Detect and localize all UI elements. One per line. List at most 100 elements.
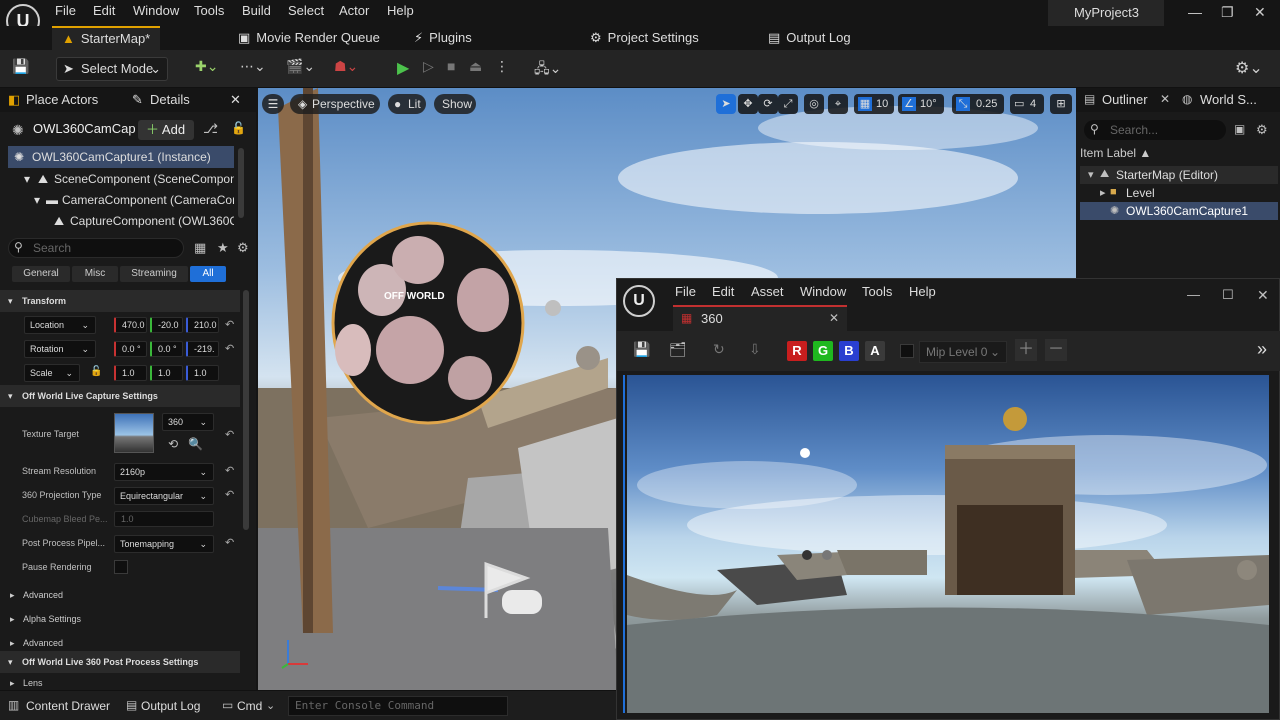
close-icon[interactable]: ✕ — [1160, 92, 1170, 106]
tab-output-log[interactable]: ▤ Output Log — [768, 26, 851, 50]
find-icon[interactable]: ⇩ — [749, 341, 761, 358]
zoom-out-icon[interactable]: － — [1045, 339, 1067, 361]
console-input[interactable]: Enter Console Command — [288, 696, 508, 716]
menu-help[interactable]: Help — [387, 3, 414, 18]
rotation-dropdown[interactable]: Rotation ⌄ — [24, 340, 96, 358]
filter-misc[interactable]: Misc — [72, 266, 118, 282]
layout-icon[interactable]: ⊞ — [1050, 94, 1072, 114]
output-log-button[interactable]: Output Log — [141, 699, 200, 713]
chevron-right-icon[interactable]: ▸ — [1100, 186, 1106, 199]
maximize-icon[interactable]: ❐ — [1221, 4, 1234, 21]
rotation-x-field[interactable]: 0.0 ° — [114, 341, 147, 357]
world-icon[interactable]: ◎ — [804, 94, 824, 114]
mode-icon[interactable]: ☗⌄ — [334, 58, 358, 80]
lock-icon[interactable]: 🔓 — [231, 121, 246, 135]
reset-icon[interactable]: ↶ — [225, 318, 234, 331]
settings-icon[interactable]: ⚙⌄ — [1235, 58, 1263, 80]
transform-section[interactable]: ▾ Transform — [0, 290, 240, 312]
minimize-icon[interactable]: — — [1188, 4, 1202, 20]
details-scrollbar[interactable] — [243, 290, 249, 530]
add-actor-icon[interactable]: ✚⌄ — [195, 58, 218, 80]
unreal-logo-icon[interactable]: U — [623, 285, 655, 317]
filter-general[interactable]: General — [12, 266, 70, 282]
tree-scrollbar[interactable] — [238, 148, 244, 218]
location-y-field[interactable]: -20.0 — [150, 317, 183, 333]
lock-icon[interactable]: 🔓 — [90, 366, 102, 377]
scale-z-field[interactable]: 1.0 — [186, 365, 219, 381]
angle-snap-button[interactable]: ∠ 10° — [898, 94, 944, 114]
menu-build[interactable]: Build — [242, 3, 271, 18]
lit-button[interactable]: ● Lit — [388, 94, 426, 114]
tab-360[interactable]: ▦ 360 ✕ — [673, 305, 847, 331]
menu-actor[interactable]: Actor — [339, 3, 369, 18]
reset-icon[interactable]: ↶ — [225, 428, 234, 441]
pp-section[interactable]: ▾ Off World Live 360 Post Process Settin… — [0, 651, 240, 673]
content-drawer-button[interactable]: Content Drawer — [26, 699, 110, 713]
tab-starter-map[interactable]: ▲ StarterMap* — [52, 26, 161, 50]
more-options-icon[interactable]: ⋮ — [495, 58, 509, 80]
location-x-field[interactable]: 470.0 — [114, 317, 147, 333]
rotate-icon[interactable]: ⟳ — [758, 94, 778, 114]
texture-thumbnail[interactable] — [114, 413, 154, 453]
grid-snap-button[interactable]: ▦ 10 — [854, 94, 894, 114]
menu-window[interactable]: Window — [133, 3, 179, 18]
translate-icon[interactable]: ✥ — [738, 94, 758, 114]
scale-dropdown[interactable]: Scale ⌄ — [24, 364, 80, 382]
actor-name-field[interactable]: OWL360CamCaptu — [33, 121, 135, 136]
browse-icon[interactable]: 🔍 — [188, 437, 203, 451]
tab-outliner[interactable]: Outliner — [1102, 92, 1148, 107]
projection-type-dropdown[interactable]: Equirectangular ⌄ — [114, 487, 214, 505]
maximize-icon[interactable]: ☐ — [1222, 287, 1234, 303]
tree-instance[interactable]: OWL360CamCapture1 (Instance) — [32, 150, 232, 164]
details-search-input[interactable]: Search — [8, 238, 184, 258]
stop-icon[interactable]: ■ — [447, 58, 455, 80]
filter-all[interactable]: All — [190, 266, 226, 282]
owl-capture-section[interactable]: ▾ Off World Live Capture Settings — [0, 385, 240, 407]
show-button[interactable]: Show — [434, 94, 476, 114]
rotation-z-field[interactable]: -219. — [186, 341, 219, 357]
close-icon[interactable]: ✕ — [1254, 4, 1266, 21]
stream-resolution-dropdown[interactable]: 2160p ⌄ — [114, 463, 214, 481]
expand-toolbar-icon[interactable]: » — [1257, 339, 1267, 360]
add-folder-icon[interactable]: ▣ — [1234, 122, 1245, 136]
menu-select[interactable]: Select — [288, 3, 324, 18]
platforms-icon[interactable]: 🖧⌄ — [534, 58, 561, 80]
step-icon[interactable]: ▷ — [423, 58, 434, 80]
use-selected-icon[interactable]: ⟲ — [168, 437, 178, 451]
minimize-icon[interactable]: — — [1187, 287, 1200, 302]
scale-x-field[interactable]: 1.0 — [114, 365, 147, 381]
tab-plugins[interactable]: ⚡ Plugins — [414, 26, 472, 50]
select-mode-dropdown[interactable]: ➤ Select Mode ⌄ — [56, 57, 168, 81]
gear-icon[interactable]: ⚙ — [1256, 122, 1268, 138]
tab-place-actors[interactable]: Place Actors — [26, 92, 98, 107]
outliner-item-map[interactable]: StarterMap (Editor) — [1116, 168, 1218, 182]
tree-capture-component[interactable]: CaptureComponent (OWL360Ca — [70, 214, 234, 228]
location-z-field[interactable]: 210.0 — [186, 317, 219, 333]
tex-menu-tools[interactable]: Tools — [862, 284, 892, 299]
eject-icon[interactable]: ⏏ — [469, 58, 482, 80]
outliner-search-input[interactable]: Search... — [1084, 120, 1226, 140]
chevron-down-icon[interactable]: ▾ — [24, 172, 30, 186]
reset-icon[interactable]: ↶ — [225, 342, 234, 355]
gear-icon[interactable]: ⚙ — [237, 240, 249, 256]
camera-speed-button[interactable]: ▭ 4 — [1010, 94, 1044, 114]
advanced-row[interactable]: ▸ Advanced — [0, 584, 240, 608]
menu-file[interactable]: File — [55, 3, 76, 18]
tex-menu-asset[interactable]: Asset — [751, 284, 784, 299]
pause-rendering-checkbox[interactable] — [114, 560, 128, 574]
rotation-y-field[interactable]: 0.0 ° — [150, 341, 183, 357]
select-tool-icon[interactable]: ➤ — [716, 94, 736, 114]
filter-streaming[interactable]: Streaming — [120, 266, 188, 282]
table-view-icon[interactable]: ▦ — [194, 240, 206, 256]
outliner-item-level[interactable]: Level — [1126, 186, 1155, 200]
blue-channel-toggle[interactable]: B — [839, 341, 859, 361]
reset-icon[interactable]: ↶ — [225, 464, 234, 477]
tex-menu-window[interactable]: Window — [800, 284, 846, 299]
tree-scene-component[interactable]: SceneComponent (SceneCompone — [54, 172, 234, 186]
close-tab-icon[interactable]: ✕ — [829, 311, 839, 325]
scale-icon[interactable]: ⤢ — [778, 94, 798, 114]
post-process-dropdown[interactable]: Tonemapping ⌄ — [114, 535, 214, 553]
add-component-button[interactable]: ＋ Add — [138, 120, 194, 140]
perspective-button[interactable]: ◈ Perspective — [290, 94, 380, 114]
texture-target-dropdown[interactable]: 360 ⌄ — [162, 413, 214, 431]
